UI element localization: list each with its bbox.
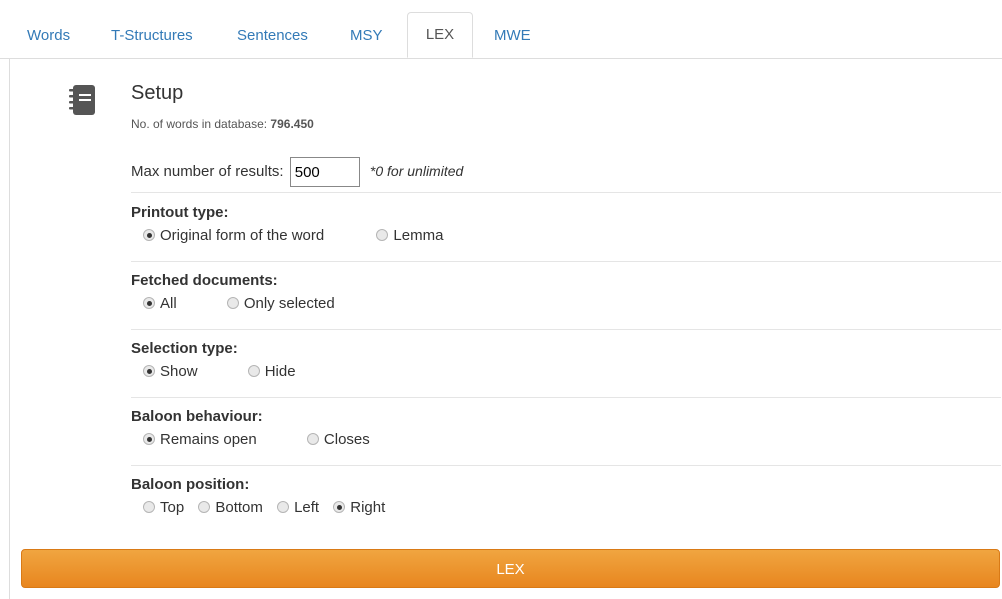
printout-option-original[interactable]: Original form of the word bbox=[143, 227, 324, 244]
radio-checked[interactable] bbox=[143, 365, 155, 377]
divider bbox=[131, 329, 1001, 330]
option-label: Show bbox=[160, 363, 198, 380]
setup-title: Setup bbox=[131, 82, 184, 104]
option-label: Left bbox=[294, 499, 320, 516]
radio-checked[interactable] bbox=[143, 297, 155, 309]
option-label: Only selected bbox=[243, 295, 335, 312]
option-label: Original form of the word bbox=[160, 227, 325, 244]
tab-bar: Words T-Structures Sentences MSY LEX MWE bbox=[0, 0, 1002, 59]
printout-group: Printout type: Original form of the word… bbox=[131, 204, 1001, 244]
radio[interactable] bbox=[247, 365, 260, 377]
lex-submit-button[interactable]: LEX bbox=[21, 549, 1000, 588]
divider bbox=[131, 192, 1001, 193]
max-results-input[interactable] bbox=[289, 157, 360, 188]
position-option-top[interactable]: Top bbox=[143, 499, 184, 516]
fetched-option-selected[interactable]: Only selected bbox=[226, 295, 335, 312]
word-count-text: No. of words in database: 796.450 bbox=[131, 117, 314, 131]
divider bbox=[131, 397, 1001, 398]
max-results-hint: *0 for unlimited bbox=[369, 163, 464, 179]
word-count-label: No. of words in database: bbox=[131, 117, 271, 131]
radio[interactable] bbox=[376, 229, 389, 241]
selection-option-hide[interactable]: Hide bbox=[247, 363, 296, 380]
radio[interactable] bbox=[143, 501, 155, 513]
selection-group: Selection type: Show Hide bbox=[131, 340, 1001, 380]
baloon-position-group: Baloon position: Top Bottom Left Right bbox=[131, 476, 1001, 516]
max-results-row: Max number of results: *0 for unlimited bbox=[131, 155, 1001, 188]
radio-checked[interactable] bbox=[143, 433, 155, 445]
option-label: Top bbox=[160, 499, 185, 516]
tab-lex[interactable]: LEX bbox=[407, 12, 473, 58]
baloon-behaviour-group: Baloon behaviour: Remains open Closes bbox=[131, 408, 1001, 448]
radio[interactable] bbox=[306, 433, 319, 445]
radio-checked[interactable] bbox=[333, 501, 346, 513]
divider bbox=[131, 261, 1001, 262]
selection-label: Selection type: bbox=[131, 340, 238, 357]
fetched-label: Fetched documents: bbox=[131, 272, 278, 289]
max-results-label: Max number of results: bbox=[131, 163, 284, 180]
option-label: Lemma bbox=[393, 227, 444, 244]
baloon-option-remains-open[interactable]: Remains open bbox=[143, 431, 257, 448]
radio-checked[interactable] bbox=[143, 229, 155, 241]
divider bbox=[131, 465, 1001, 466]
option-label: Hide bbox=[264, 363, 296, 380]
tab-t-structures[interactable]: T-Structures bbox=[111, 14, 193, 57]
fetched-group: Fetched documents: All Only selected bbox=[131, 272, 1001, 312]
fetched-option-all[interactable]: All bbox=[143, 295, 177, 312]
baloon-position-label: Baloon position: bbox=[131, 476, 250, 493]
radio[interactable] bbox=[277, 501, 290, 513]
printout-label: Printout type: bbox=[131, 204, 229, 221]
notebook-icon bbox=[67, 83, 97, 117]
tab-mwe[interactable]: MWE bbox=[494, 14, 531, 57]
position-option-bottom[interactable]: Bottom bbox=[198, 499, 263, 516]
word-count-value: 796.450 bbox=[270, 117, 314, 131]
option-label: Right bbox=[350, 499, 386, 516]
position-option-right[interactable]: Right bbox=[333, 499, 385, 516]
selection-option-show[interactable]: Show bbox=[143, 363, 198, 380]
option-label: Remains open bbox=[160, 431, 257, 448]
position-option-left[interactable]: Left bbox=[277, 499, 319, 516]
tab-sentences[interactable]: Sentences bbox=[237, 14, 308, 57]
option-label: Closes bbox=[323, 431, 370, 448]
radio[interactable] bbox=[226, 297, 239, 309]
option-label: All bbox=[160, 295, 177, 312]
tab-words[interactable]: Words bbox=[27, 14, 70, 57]
radio[interactable] bbox=[198, 501, 211, 513]
option-label: Bottom bbox=[215, 499, 263, 516]
baloon-option-closes[interactable]: Closes bbox=[306, 431, 370, 448]
printout-option-lemma[interactable]: Lemma bbox=[376, 227, 443, 244]
tab-msy[interactable]: MSY bbox=[350, 14, 383, 57]
baloon-behaviour-label: Baloon behaviour: bbox=[131, 408, 263, 425]
